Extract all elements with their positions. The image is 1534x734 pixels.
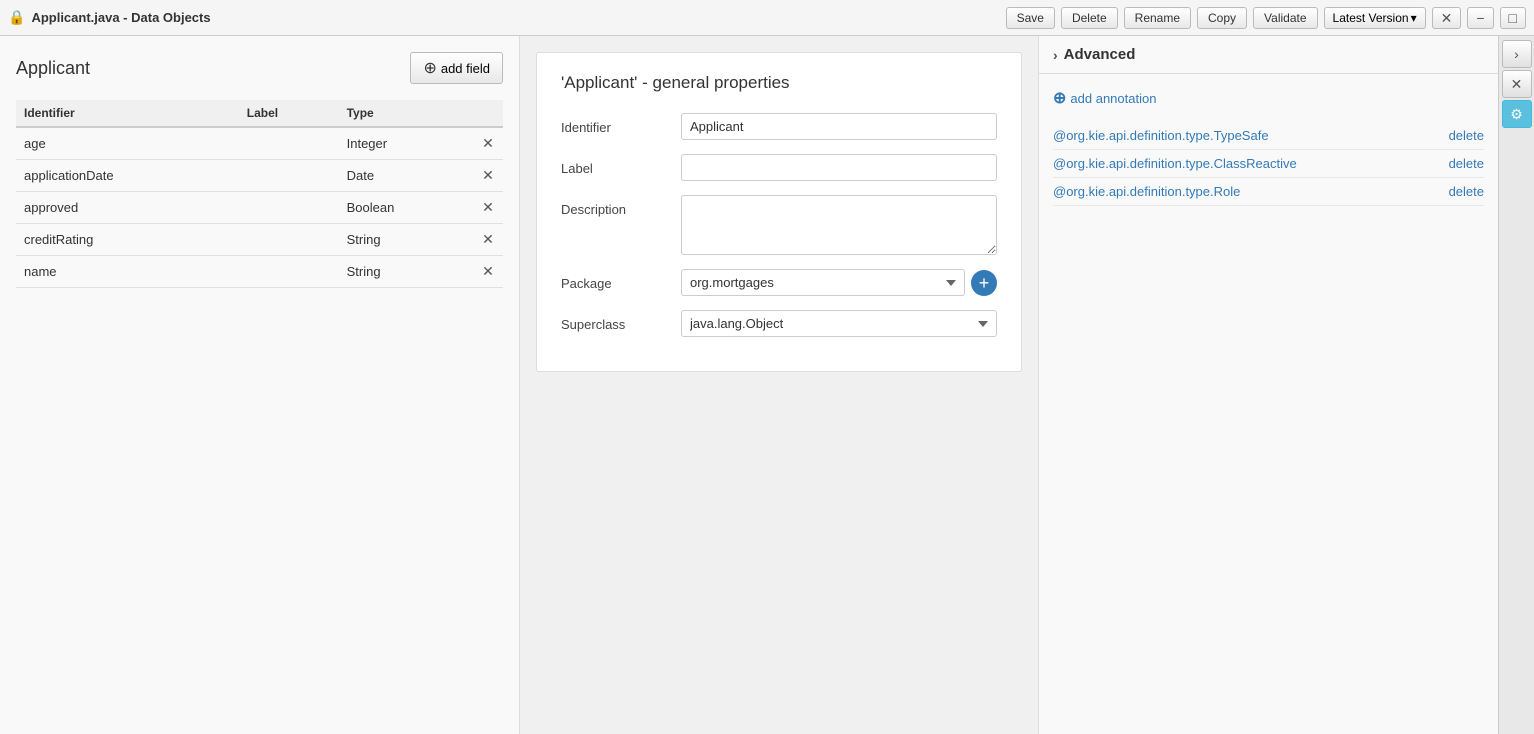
annotation-link[interactable]: @org.kie.api.definition.type.TypeSafe [1053,128,1269,143]
field-identifier: name [16,256,239,288]
superclass-label: Superclass [561,310,681,332]
col-header-identifier: Identifier [16,100,239,127]
field-type: Boolean [339,192,473,224]
field-type: String [339,256,473,288]
label-input[interactable] [681,154,997,181]
field-type: Date [339,160,473,192]
general-props-title: 'Applicant' - general properties [561,73,997,93]
middle-panel: 'Applicant' - general properties Identif… [520,36,1038,734]
package-select[interactable]: org.mortgages [681,269,965,296]
superclass-select[interactable]: java.lang.Object [681,310,997,337]
delete-cell: ✕ [473,256,503,288]
general-props-box: 'Applicant' - general properties Identif… [536,52,1022,372]
col-header-type: Type [339,100,473,127]
identifier-row: Identifier [561,113,997,140]
field-type: Integer [339,127,473,160]
delete-cell: ✕ [473,160,503,192]
annotation-row: @org.kie.api.definition.type.ClassReacti… [1053,150,1484,178]
table-row: name String ✕ [16,256,503,288]
page-title: Applicant.java - Data Objects [31,10,999,25]
identifier-label: Identifier [561,113,681,135]
top-bar: 🔒 Applicant.java - Data Objects Save Del… [0,0,1534,36]
field-identifier: creditRating [16,224,239,256]
close-button[interactable]: ✕ [1432,7,1462,29]
col-header-label: Label [239,100,339,127]
copy-button[interactable]: Copy [1197,7,1247,29]
minimize-button[interactable]: − [1467,7,1493,29]
main-layout: Applicant ⊕ add field Identifier Label T… [0,36,1534,734]
superclass-row: Superclass java.lang.Object [561,310,997,337]
add-package-button[interactable]: + [971,270,997,296]
description-row: Description [561,195,997,255]
annotation-row: @org.kie.api.definition.type.TypeSafe de… [1053,122,1484,150]
gear-button[interactable]: ⚙ [1502,100,1532,128]
field-identifier: age [16,127,239,160]
rename-button[interactable]: Rename [1124,7,1191,29]
right-panel-header: › Advanced [1039,36,1498,74]
table-row: creditRating String ✕ [16,224,503,256]
advanced-title: Advanced [1064,46,1136,63]
delete-cell: ✕ [473,224,503,256]
validate-button[interactable]: Validate [1253,7,1317,29]
close-panel-button[interactable]: ✕ [1502,70,1532,98]
chevron-right-icon: › [1053,47,1058,63]
delete-field-button[interactable]: ✕ [482,263,494,280]
right-panel-content: ⊕ add annotation @org.kie.api.definition… [1039,74,1498,734]
annotation-link[interactable]: @org.kie.api.definition.type.ClassReacti… [1053,156,1297,171]
add-annotation-button[interactable]: ⊕ add annotation [1053,88,1156,108]
far-right-toolbar: › ✕ ⚙ [1498,36,1534,734]
delete-field-button[interactable]: ✕ [482,231,494,248]
right-panel: › Advanced ⊕ add annotation @org.kie.api… [1038,36,1498,734]
delete-field-button[interactable]: ✕ [482,167,494,184]
plus-icon: ⊕ [1053,88,1066,108]
delete-cell: ✕ [473,192,503,224]
table-row: applicationDate Date ✕ [16,160,503,192]
label-label: Label [561,154,681,176]
fields-table: Identifier Label Type age Integer ✕ appl… [16,100,503,288]
field-label [239,192,339,224]
field-label [239,256,339,288]
field-type: String [339,224,473,256]
description-label: Description [561,195,681,217]
field-label [239,127,339,160]
delete-cell: ✕ [473,127,503,160]
save-button[interactable]: Save [1006,7,1055,29]
package-row: Package org.mortgages + [561,269,997,296]
delete-annotation-button[interactable]: delete [1449,156,1484,171]
package-label: Package [561,269,681,291]
plus-icon: ⊕ [423,58,436,78]
field-label [239,224,339,256]
field-identifier: applicationDate [16,160,239,192]
field-identifier: approved [16,192,239,224]
annotation-link[interactable]: @org.kie.api.definition.type.Role [1053,184,1240,199]
annotation-row: @org.kie.api.definition.type.Role delete [1053,178,1484,206]
latest-version-button[interactable]: Latest Version ▾ [1324,7,1426,29]
field-label [239,160,339,192]
identifier-input[interactable] [681,113,997,140]
delete-field-button[interactable]: ✕ [482,135,494,152]
lock-icon: 🔒 [8,9,25,26]
delete-button[interactable]: Delete [1061,7,1118,29]
table-row: approved Boolean ✕ [16,192,503,224]
left-panel: Applicant ⊕ add field Identifier Label T… [0,36,520,734]
chevron-down-icon: ▾ [1411,11,1417,25]
delete-annotation-button[interactable]: delete [1449,128,1484,143]
delete-field-button[interactable]: ✕ [482,199,494,216]
label-row: Label [561,154,997,181]
delete-annotation-button[interactable]: delete [1449,184,1484,199]
add-field-button[interactable]: ⊕ add field [410,52,503,84]
col-header-actions [473,100,503,127]
description-input[interactable] [681,195,997,255]
left-panel-title: Applicant [16,58,90,79]
maximize-button[interactable]: □ [1500,7,1526,29]
annotations-list: @org.kie.api.definition.type.TypeSafe de… [1053,122,1484,206]
sidebar-toggle-button[interactable]: › [1502,40,1532,68]
table-row: age Integer ✕ [16,127,503,160]
left-panel-header: Applicant ⊕ add field [16,52,503,84]
